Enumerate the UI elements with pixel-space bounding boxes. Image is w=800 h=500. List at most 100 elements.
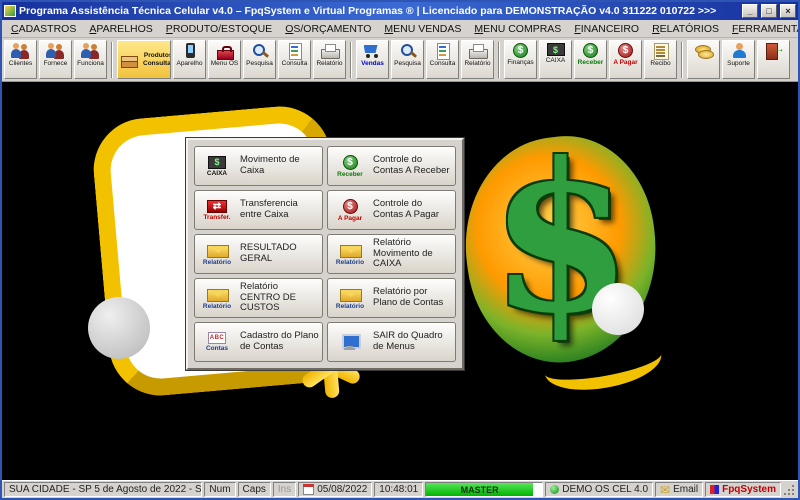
- support-icon: [729, 43, 749, 59]
- menu-relatorios[interactable]: RELATÓRIOS: [646, 22, 725, 36]
- toolbar-button-os-consulta[interactable]: Consulta: [278, 40, 311, 79]
- cash-drawer-icon: $: [546, 43, 565, 56]
- status-email[interactable]: ✉ Email: [655, 482, 704, 497]
- toolbar-label: Menu OS: [210, 60, 239, 67]
- menu-os-orcamento[interactable]: OS/ORÇAMENTO: [279, 22, 377, 36]
- button-resultado-geral[interactable]: Relatório RESULTADO GERAL: [194, 234, 323, 274]
- status-location: SUA CIDADE - SP 5 de Agosto de 2022 - Se…: [4, 482, 203, 497]
- button-caption: Relatório: [335, 259, 365, 266]
- button-label: Relatório por Plano de Contas: [373, 286, 444, 308]
- app-window: Programa Assistência Técnica Celular v4.…: [0, 0, 800, 500]
- status-product-label: DEMO OS CEL 4.0: [562, 484, 649, 495]
- abc-accounts-icon: ABC: [208, 332, 226, 344]
- button-sair-quadro-de-menus[interactable]: SAIR do Quadro de Menus: [327, 322, 456, 362]
- button-caption: Contas: [205, 345, 229, 352]
- close-button[interactable]: ×: [780, 4, 796, 18]
- button-cadastro-plano-de-contas[interactable]: ABC Contas Cadastro do Plano de Contas: [194, 322, 323, 362]
- payable-dollar-icon: $: [618, 43, 633, 58]
- toolbar-button-moedas[interactable]: [687, 40, 720, 79]
- toolbar-separator: [498, 41, 500, 78]
- cart-icon: [363, 43, 383, 59]
- button-contas-a-receber[interactable]: $ Receber Controle do Contas A Receber: [327, 146, 456, 186]
- report-envelope-icon: [340, 286, 362, 302]
- menu-financeiro[interactable]: FINANCEIRO: [568, 22, 645, 36]
- menu-vendas[interactable]: MENU VENDAS: [378, 22, 467, 36]
- suppliers-icon: [45, 43, 66, 59]
- status-num-lock: Num: [204, 482, 236, 497]
- status-email-label: Email: [673, 484, 699, 495]
- report-envelope-icon: [207, 242, 229, 258]
- button-label: Cadastro do Plano de Contas: [240, 330, 319, 352]
- status-insert: Ins: [272, 482, 297, 497]
- toolbar-button-receber[interactable]: $ Receber: [574, 40, 607, 79]
- cash-drawer-icon: $: [208, 155, 226, 169]
- status-user-progress: MASTER: [425, 482, 544, 497]
- button-relatorio-centro-de-custos[interactable]: Relatório Relatório CENTRO DE CUSTOS: [194, 278, 323, 318]
- toolbar-button-recibo[interactable]: Recibo: [644, 40, 677, 79]
- menu-cadastros[interactable]: CADASTROS: [5, 22, 82, 36]
- button-relatorio-plano-de-contas[interactable]: Relatório Relatório por Plano de Contas: [327, 278, 456, 318]
- toolbar-button-suporte[interactable]: Suporte: [722, 40, 755, 79]
- toolbar-button-vendas-relatorio[interactable]: Relatório: [461, 40, 494, 79]
- toolbar-button-vendas-pesquisa[interactable]: Pesquisa: [391, 40, 424, 79]
- button-caption: Relatório: [202, 259, 232, 266]
- button-transferencia-entre-caixa[interactable]: ⇄ Transfer. Transferencia entre Caixa: [194, 190, 323, 230]
- button-caption: Relatório: [335, 303, 365, 310]
- status-product: DEMO OS CEL 4.0: [545, 482, 654, 497]
- toolbar-label: CAIXA: [545, 57, 566, 64]
- toolbar-label: Receber: [577, 59, 604, 66]
- menu-aparelhos[interactable]: APARELHOS: [83, 22, 158, 36]
- monitor-icon: [340, 333, 361, 350]
- toolbar-button-menu-os[interactable]: Menu OS: [208, 40, 241, 79]
- toolbar-button-sair[interactable]: →: [757, 40, 790, 79]
- button-contas-a-pagar[interactable]: $ A Pagar Controle do Contas A Pagar: [327, 190, 456, 230]
- maximize-button[interactable]: □: [761, 4, 777, 18]
- titlebar: Programa Assistência Técnica Celular v4.…: [2, 2, 798, 20]
- menu-ferramentas[interactable]: FERRAMENTAS: [726, 22, 798, 36]
- status-brand-label: FpqSystem: [722, 484, 776, 495]
- toolbar-label: Relatório: [316, 60, 343, 67]
- toolbar-button-aparelho[interactable]: Aparelho: [173, 40, 206, 79]
- toolbar-button-funcionarios[interactable]: Funciona: [74, 40, 107, 79]
- receivable-dollar-icon: $: [583, 43, 598, 58]
- toolbar-label: Recibo: [650, 60, 671, 67]
- document-icon: [433, 43, 453, 60]
- toolbar-button-financas[interactable]: $ Finanças: [504, 40, 537, 79]
- status-time: 10:48:01: [374, 482, 424, 497]
- transfer-icon: ⇄: [207, 199, 227, 213]
- toolbar-button-vendas-consulta[interactable]: Consulta: [426, 40, 459, 79]
- toolbar-button-produtos-consultar[interactable]: Produtos Consultar: [117, 40, 171, 79]
- toolbar-button-os-relatorio[interactable]: Relatório: [313, 40, 346, 79]
- toolbar-label: Consulta: [281, 60, 308, 67]
- toolbar-button-os-pesquisa[interactable]: Pesquisa: [243, 40, 276, 79]
- minimize-button[interactable]: _: [742, 4, 758, 18]
- toolbar-separator: [681, 41, 683, 78]
- button-label: RESULTADO GERAL: [240, 242, 297, 264]
- toolbar-button-clientes[interactable]: Clientes: [4, 40, 37, 79]
- finance-menu-panel: $ CAIXA Movimento de Caixa $ Receber Con…: [186, 138, 464, 370]
- calendar-icon: [303, 484, 315, 495]
- toolbar-label: Pesquisa: [246, 60, 273, 67]
- green-dot-icon: [550, 485, 560, 494]
- button-caption: Receber: [337, 170, 363, 178]
- toolbar-label: Aparelho: [176, 60, 203, 67]
- report-envelope-icon: [207, 286, 229, 302]
- search-icon: [398, 43, 418, 59]
- menu-compras[interactable]: MENU COMPRAS: [468, 22, 567, 36]
- search-icon: [250, 43, 270, 59]
- toolbar-label: Produtos: [143, 52, 171, 59]
- menu-produto-estoque[interactable]: PRODUTO/ESTOQUE: [160, 22, 278, 36]
- button-relatorio-movimento-caixa[interactable]: Relatório Relatório Movimento de CAIXA: [327, 234, 456, 274]
- toolbar-button-caixa[interactable]: $ CAIXA: [539, 40, 572, 79]
- resize-grip[interactable]: [783, 482, 796, 497]
- button-label: Controle do Contas A Pagar: [373, 198, 440, 220]
- toolbar-button-fornecedores[interactable]: Fornece: [39, 40, 72, 79]
- clients-icon: [10, 43, 31, 59]
- toolbar-label: A Pagar: [613, 59, 638, 66]
- toolbar-button-vendas[interactable]: Vendas: [356, 40, 389, 79]
- phone-icon: [180, 43, 200, 59]
- button-movimento-de-caixa[interactable]: $ CAIXA Movimento de Caixa: [194, 146, 323, 186]
- status-brand: FpqSystem: [705, 482, 781, 497]
- toolbar: Clientes Fornece Funciona Produtos Consu…: [2, 38, 798, 82]
- toolbar-button-a-pagar[interactable]: $ A Pagar: [609, 40, 642, 79]
